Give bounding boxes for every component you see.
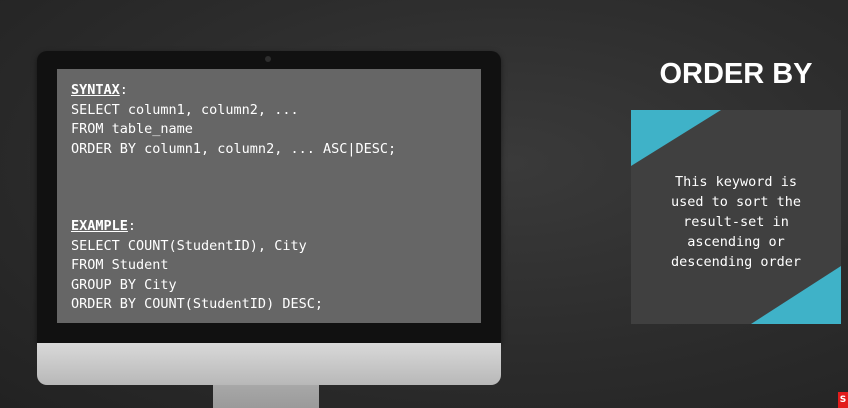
description-line: used to sort the — [670, 194, 802, 210]
description-card: This keyword is used to sort the result-… — [631, 110, 841, 324]
syntax-heading-colon: : — [119, 82, 128, 98]
camera-icon — [265, 56, 271, 62]
syntax-line: ORDER BY column1, column2, ... ASC|DESC; — [71, 140, 397, 157]
monitor: SYNTAX: SELECT column1, column2, ... FRO… — [37, 51, 501, 385]
example-line: GROUP BY City — [71, 276, 177, 293]
monitor-stand — [213, 385, 319, 408]
bottom-right-accent-triangle — [751, 266, 841, 324]
description-line: This keyword is — [675, 174, 797, 190]
description-line: ascending or — [687, 234, 785, 250]
example-heading-colon: : — [127, 218, 137, 234]
monitor-chin — [37, 343, 501, 385]
syntax-line: FROM table_name — [71, 121, 193, 137]
example-line: SELECT COUNT(StudentID), City — [71, 237, 307, 254]
corner-badge: S — [838, 392, 848, 408]
example-line: FROM Student — [71, 257, 169, 273]
description-line: descending order — [670, 254, 802, 270]
syntax-line: SELECT column1, column2, ... — [71, 101, 299, 118]
slide-title: ORDER BY — [659, 58, 813, 90]
description-text: This keyword is used to sort the result-… — [631, 172, 841, 272]
syntax-heading: SYNTAX — [71, 82, 120, 98]
example-heading: EXAMPLE — [71, 218, 128, 234]
top-left-accent-triangle — [631, 110, 721, 166]
description-line: result-set in — [683, 214, 789, 230]
monitor-screen: SYNTAX: SELECT column1, column2, ... FRO… — [57, 69, 481, 323]
example-heading-line: EXAMPLE: — [71, 217, 467, 237]
example-line: ORDER BY COUNT(StudentID) DESC; — [71, 296, 323, 312]
monitor-bezel: SYNTAX: SELECT column1, column2, ... FRO… — [37, 51, 501, 343]
syntax-heading-line: SYNTAX: — [71, 81, 467, 101]
